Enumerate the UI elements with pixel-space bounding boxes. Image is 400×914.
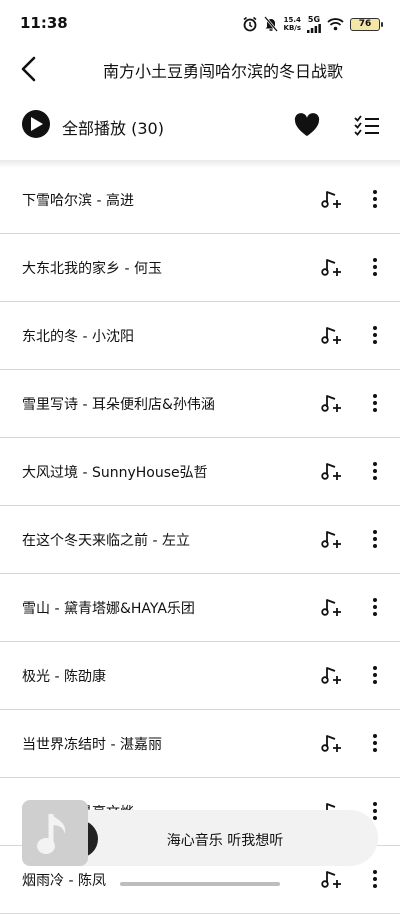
song-title: 大东北我的家乡 - 何玉	[22, 261, 162, 277]
more-vertical-icon	[373, 530, 377, 534]
add-to-playlist-button[interactable]	[321, 256, 343, 282]
play-all-label[interactable]: 全部播放 (30)	[62, 115, 164, 139]
alarm-icon	[243, 16, 257, 32]
page-title: 南方小土豆勇闯哈尔滨的冬日战歌	[102, 62, 343, 81]
mute-bell-icon	[263, 16, 278, 32]
song-title: 在这个冬天来临之前 - 左立	[22, 533, 190, 549]
more-options-button[interactable]	[368, 528, 382, 550]
add-to-playlist-icon	[321, 667, 341, 684]
add-to-playlist-button[interactable]	[321, 868, 343, 894]
music-note-icon	[37, 814, 66, 854]
more-vertical-icon	[373, 462, 377, 466]
more-options-button[interactable]	[368, 256, 382, 278]
checklist-icon	[354, 115, 379, 136]
song-title: 下雪哈尔滨 - 高进	[22, 193, 134, 209]
more-vertical-icon	[373, 802, 377, 806]
more-vertical-icon	[373, 598, 377, 602]
song-title: 东北的冬 - 小沈阳	[22, 329, 134, 345]
net-speed: 15.4 KB/s	[283, 16, 301, 32]
more-vertical-icon	[373, 394, 377, 398]
song-title: 极光 - 陈劭康	[22, 669, 106, 685]
song-row[interactable]: 雪里写诗 - 耳朵便利店&孙伟涵	[0, 370, 400, 438]
add-to-playlist-button[interactable]	[321, 528, 343, 554]
add-to-playlist-icon	[321, 327, 341, 344]
more-vertical-icon	[373, 734, 377, 738]
more-options-button[interactable]	[368, 324, 382, 346]
more-options-button[interactable]	[368, 868, 382, 890]
more-options-button[interactable]	[368, 732, 382, 754]
heart-icon	[294, 113, 320, 136]
home-indicator[interactable]	[120, 882, 280, 886]
add-to-playlist-icon	[321, 871, 341, 888]
song-title: 烟雨冷 - 陈凤	[22, 873, 106, 889]
song-title: 大风过境 - SunnyHouse弘哲	[22, 465, 208, 481]
more-options-button[interactable]	[368, 392, 382, 414]
more-options-button[interactable]	[368, 596, 382, 618]
song-row[interactable]: 雪山 - 黛青塔娜&HAYA乐团	[0, 574, 400, 642]
song-row[interactable]: 当世界冻结时 - 湛嘉丽	[0, 710, 400, 778]
song-row[interactable]: 东北的冬 - 小沈阳	[0, 302, 400, 370]
add-to-playlist-icon	[321, 599, 341, 616]
more-vertical-icon	[373, 870, 377, 874]
status-icons: 15.4 KB/s 5G 76	[242, 14, 383, 34]
add-to-playlist-button[interactable]	[321, 732, 343, 758]
more-vertical-icon	[373, 326, 377, 330]
add-to-playlist-icon	[321, 531, 341, 548]
add-to-playlist-button[interactable]	[321, 664, 343, 690]
back-button[interactable]	[18, 54, 40, 84]
batch-select-button[interactable]	[354, 114, 380, 140]
more-vertical-icon	[373, 258, 377, 262]
add-to-playlist-button[interactable]	[321, 324, 343, 350]
song-title: 雪山 - 黛青塔娜&HAYA乐团	[22, 601, 195, 617]
more-vertical-icon	[373, 666, 377, 670]
mini-player-cover[interactable]	[22, 800, 88, 866]
signal-bars-icon	[307, 23, 321, 33]
more-options-button[interactable]	[368, 460, 382, 482]
mini-player-text: 海心音乐 听我想听	[166, 833, 284, 849]
battery-indicator: 76	[350, 17, 383, 31]
more-options-button[interactable]	[368, 664, 382, 686]
add-to-playlist-button[interactable]	[321, 392, 343, 418]
add-to-playlist-icon	[321, 463, 341, 480]
back-arrow-icon	[21, 56, 36, 82]
more-vertical-icon	[373, 190, 377, 194]
play-all-bar: 全部播放 (30)	[0, 102, 400, 148]
add-to-playlist-button[interactable]	[321, 460, 343, 486]
add-to-playlist-icon	[321, 259, 341, 276]
song-title: 雪里写诗 - 耳朵便利店&孙伟涵	[22, 397, 215, 413]
add-to-playlist-button[interactable]	[321, 188, 343, 214]
add-to-playlist-icon	[321, 191, 341, 208]
add-to-playlist-button[interactable]	[321, 596, 343, 622]
wifi-icon	[327, 18, 344, 31]
status-bar: 11:38 15.4 KB/s 5G 76	[0, 0, 400, 46]
song-row[interactable]: 在这个冬天来临之前 - 左立	[0, 506, 400, 574]
song-row[interactable]: 极光 - 陈劭康	[0, 642, 400, 710]
song-title: 当世界冻结时 - 湛嘉丽	[22, 737, 162, 753]
add-to-playlist-icon	[321, 395, 341, 412]
song-row[interactable]: 大东北我的家乡 - 何玉	[0, 234, 400, 302]
play-icon	[31, 117, 43, 131]
song-row[interactable]: 下雪哈尔滨 - 高进	[0, 166, 400, 234]
more-options-button[interactable]	[368, 188, 382, 210]
play-all-button[interactable]	[22, 110, 50, 138]
song-row[interactable]: 大风过境 - SunnyHouse弘哲	[0, 438, 400, 506]
page-header: 南方小土豆勇闯哈尔滨的冬日战歌	[0, 46, 400, 92]
favorite-button[interactable]	[293, 112, 321, 142]
signal-indicator: 5G	[307, 15, 321, 33]
status-time: 11:38	[20, 14, 68, 32]
add-to-playlist-icon	[321, 735, 341, 752]
